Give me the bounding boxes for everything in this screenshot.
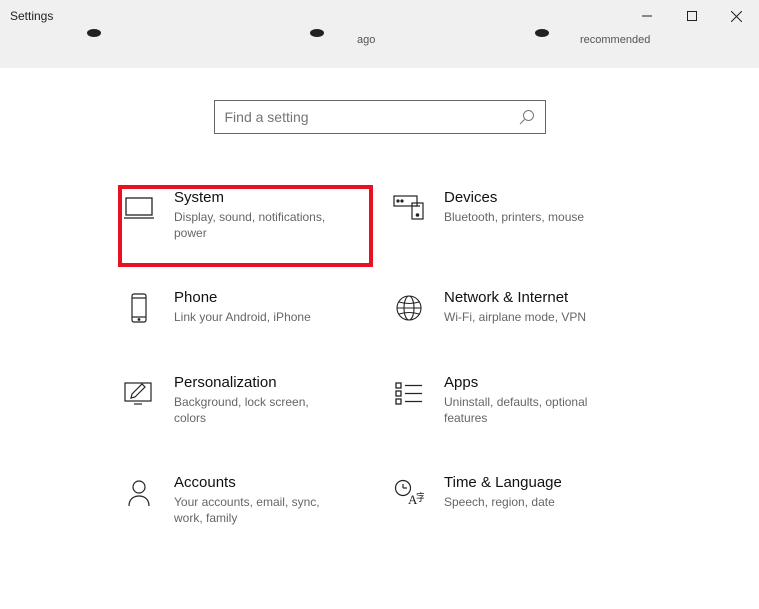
search-icon — [519, 109, 535, 125]
status-dot-icon — [535, 29, 549, 37]
category-desc: Bluetooth, printers, mouse — [444, 209, 584, 225]
category-title: System — [174, 189, 344, 206]
category-desc: Your accounts, email, sync, work, family — [174, 494, 344, 526]
category-title: Accounts — [174, 474, 344, 491]
category-title: Network & Internet — [444, 289, 586, 306]
apps-icon — [392, 376, 426, 410]
devices-icon — [392, 191, 426, 225]
status-banner: ago recommended — [0, 32, 759, 68]
system-icon — [122, 191, 156, 225]
window-title: Settings — [10, 9, 53, 23]
status-text: ago — [357, 34, 375, 46]
category-desc: Wi-Fi, airplane mode, VPN — [444, 309, 586, 325]
categories-grid: System Display, sound, notifications, po… — [0, 189, 759, 526]
category-system[interactable]: System Display, sound, notifications, po… — [122, 189, 367, 241]
category-phone[interactable]: Phone Link your Android, iPhone — [122, 289, 367, 325]
category-title: Phone — [174, 289, 311, 306]
category-desc: Link your Android, iPhone — [174, 309, 311, 325]
close-icon — [731, 11, 742, 22]
category-network[interactable]: Network & Internet Wi-Fi, airplane mode,… — [392, 289, 637, 325]
status-dot-icon — [87, 29, 101, 37]
category-desc: Display, sound, notifications, power — [174, 209, 344, 241]
svg-text:字: 字 — [416, 491, 424, 504]
status-text: recommended — [580, 34, 650, 46]
time-language-icon: A字 — [392, 476, 426, 510]
category-desc: Uninstall, defaults, optional features — [444, 394, 614, 426]
category-accounts[interactable]: Accounts Your accounts, email, sync, wor… — [122, 474, 367, 526]
personalization-icon — [122, 376, 156, 410]
maximize-icon — [687, 11, 697, 21]
category-devices[interactable]: Devices Bluetooth, printers, mouse — [392, 189, 637, 241]
maximize-button[interactable] — [669, 1, 714, 31]
window-controls — [624, 1, 759, 31]
category-apps[interactable]: Apps Uninstall, defaults, optional featu… — [392, 374, 637, 426]
status-dot-icon — [310, 29, 324, 37]
minimize-button[interactable] — [624, 1, 669, 31]
search-input-container[interactable] — [214, 100, 546, 134]
category-title: Time & Language — [444, 474, 562, 491]
accounts-icon — [122, 476, 156, 510]
category-title: Devices — [444, 189, 584, 206]
minimize-icon — [642, 11, 652, 21]
titlebar: Settings — [0, 0, 759, 32]
category-desc: Background, lock screen, colors — [174, 394, 344, 426]
phone-icon — [122, 291, 156, 325]
category-title: Apps — [444, 374, 614, 391]
close-button[interactable] — [714, 1, 759, 31]
category-title: Personalization — [174, 374, 344, 391]
category-personalization[interactable]: Personalization Background, lock screen,… — [122, 374, 367, 426]
category-desc: Speech, region, date — [444, 494, 562, 510]
globe-icon — [392, 291, 426, 325]
search-input[interactable] — [225, 109, 519, 125]
category-time-language[interactable]: A字 Time & Language Speech, region, date — [392, 474, 637, 526]
